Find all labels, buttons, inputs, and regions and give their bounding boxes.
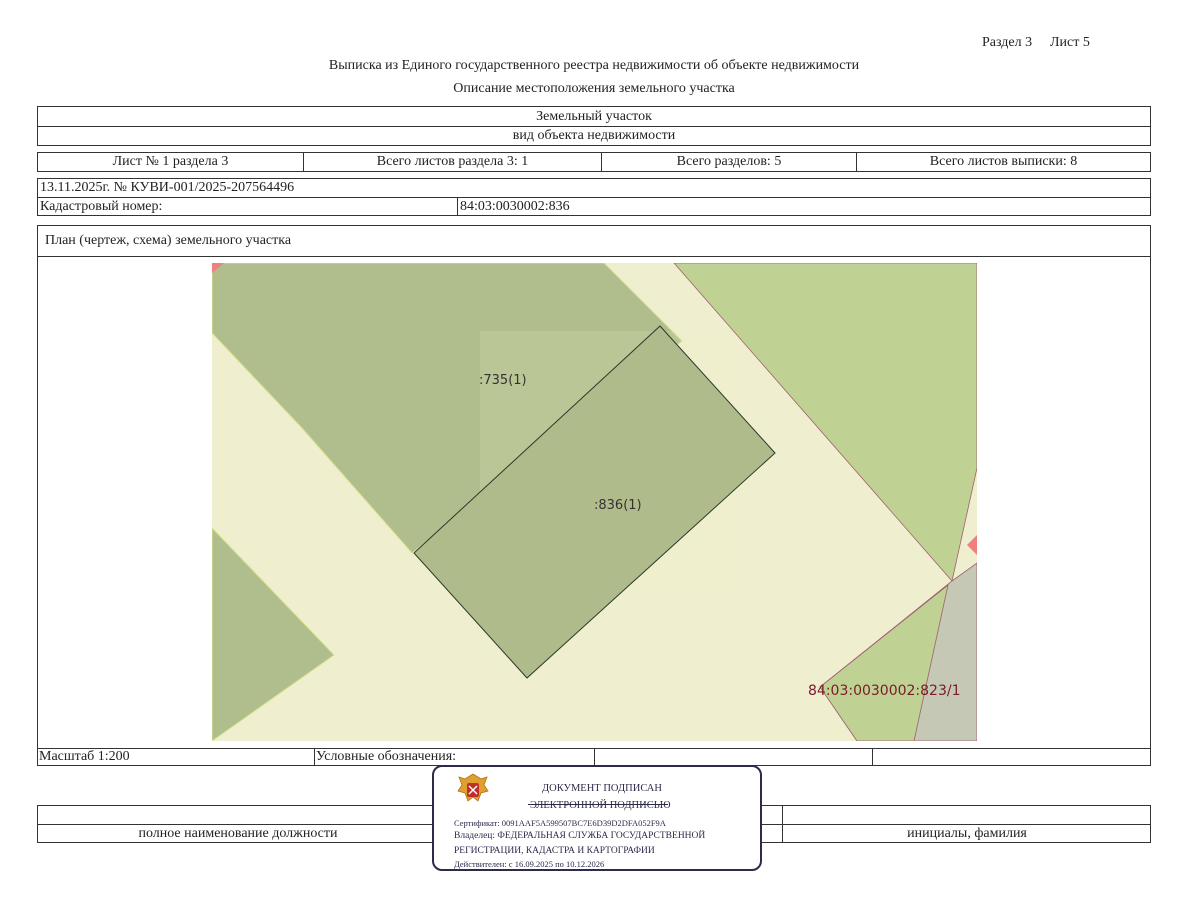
object-type-caption: вид объекта недвижимости	[512, 128, 676, 143]
total-section-sheets: Всего листов раздела 3: 1	[304, 153, 602, 171]
total-sections: Всего разделов: 5	[602, 153, 857, 171]
label-836: :836(1)	[594, 498, 642, 513]
extract-date-number: 13.11.2025г. № КУВИ-001/2025-207564496	[40, 180, 295, 195]
document-subtitle: Описание местоположения земельного участ…	[453, 81, 735, 96]
stamp-valid: Действителен: с 16.09.2025 по 10.12.2026	[454, 859, 605, 869]
stamp-line2: ЭЛЕКТРОННОЙ ПОДПИСЬЮ	[530, 800, 671, 811]
object-type-box: Земельный участок вид объекта недвижимос…	[37, 106, 1151, 146]
stamp-owner: Владелец: ФЕДЕРАЛЬНАЯ СЛУЖБА ГОСУДАРСТВЕ…	[454, 831, 706, 841]
e-signature-stamp: ДОКУМЕНТ ПОДПИСАН ЭЛЕКТРОННОЙ ПОДПИСЬЮ С…	[432, 765, 762, 871]
label-735: :735(1)	[479, 373, 527, 388]
coat-of-arms-icon	[457, 773, 489, 802]
sheet-of-section: Лист № 1 раздела 3	[38, 153, 304, 171]
stamp-owner-2: РЕГИСТРАЦИИ, КАДАСТРА И КАРТОГРАФИИ	[454, 846, 655, 856]
plan-title: План (чертеж, схема) земельного участка	[45, 233, 292, 248]
object-type: Земельный участок	[536, 109, 652, 124]
meta-box: 13.11.2025г. № КУВИ-001/2025-207564496 К…	[37, 178, 1151, 216]
sheet-number: Лист 5	[1050, 35, 1090, 50]
position-caption: полное наименование должности	[138, 826, 338, 841]
legend-label: Условные обозначения:	[316, 749, 457, 764]
name-caption: инициалы, фамилия	[907, 826, 1027, 841]
map-svg: :735(1) :836(1) 84:03:0030002:823/1	[212, 263, 977, 741]
section-number: Раздел 3	[982, 35, 1033, 50]
total-extract-sheets: Всего листов выписки: 8	[929, 154, 1078, 169]
sheets-row: Лист № 1 раздела 3 Всего листов раздела …	[37, 152, 1151, 172]
scale-label: Масштаб 1:200	[39, 749, 130, 764]
stamp-certificate: Сертификат: 0091AAF5A599507BC7E6D39D2DFA…	[454, 818, 666, 828]
cadastral-label: Кадастровый номер:	[40, 199, 163, 214]
cadastral-map: :735(1) :836(1) 84:03:0030002:823/1	[212, 263, 977, 741]
label-823: 84:03:0030002:823/1	[808, 683, 960, 699]
stamp-line1: ДОКУМЕНТ ПОДПИСАН	[542, 783, 662, 794]
document-title: Выписка из Единого государственного реес…	[328, 58, 860, 73]
cadastral-value: 84:03:0030002:836	[460, 199, 570, 214]
